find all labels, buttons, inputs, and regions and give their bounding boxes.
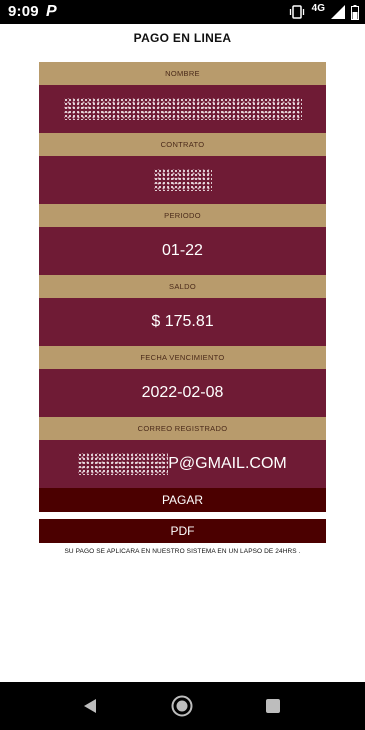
redacted-contract: [153, 168, 212, 191]
saldo-label: SALDO: [39, 275, 326, 298]
network-type: 4G: [311, 2, 325, 14]
fecha-vencimiento-value: 2022-02-08: [39, 369, 326, 417]
battery-icon: [351, 4, 359, 20]
home-icon[interactable]: [171, 695, 193, 717]
redacted-name: [63, 97, 302, 120]
pdf-button[interactable]: PDF: [39, 519, 326, 543]
payment-card: NOMBRE CONTRATO PERIODO 01-22 SALDO $ 17…: [39, 62, 326, 512]
fecha-vencimiento-label: FECHA VENCIMIENTO: [39, 346, 326, 369]
contrato-value: [39, 156, 326, 204]
signal-icon: [331, 5, 345, 19]
saldo-value: $ 175.81: [39, 298, 326, 346]
email-visible-suffix: P@GMAIL.COM: [168, 455, 287, 472]
correo-label: CORREO REGISTRADO: [39, 417, 326, 440]
status-icons: 4G: [288, 3, 359, 21]
recents-icon[interactable]: [266, 699, 280, 713]
status-time: 9:09: [8, 3, 39, 20]
periodo-value: 01-22: [39, 227, 326, 275]
status-bar: 9:09 P 4G: [0, 0, 365, 24]
correo-value: P@GMAIL.COM: [39, 440, 326, 488]
pagar-button[interactable]: PAGAR: [39, 488, 326, 512]
payment-notice: SU PAGO SE APLICARA EN NUESTRO SISTEMA E…: [64, 548, 301, 555]
periodo-label: PERIODO: [39, 204, 326, 227]
redacted-email: [78, 453, 169, 475]
navigation-bar: [0, 682, 365, 730]
page-title: PAGO EN LINEA: [133, 31, 232, 45]
back-icon[interactable]: [82, 698, 98, 714]
nombre-value: [39, 85, 326, 133]
app-notification-icon: P: [46, 3, 57, 20]
contrato-label: CONTRATO: [39, 133, 326, 156]
vibrate-icon: [288, 5, 306, 19]
nombre-label: NOMBRE: [39, 62, 326, 85]
email-wrap: P@GMAIL.COM: [78, 440, 287, 488]
